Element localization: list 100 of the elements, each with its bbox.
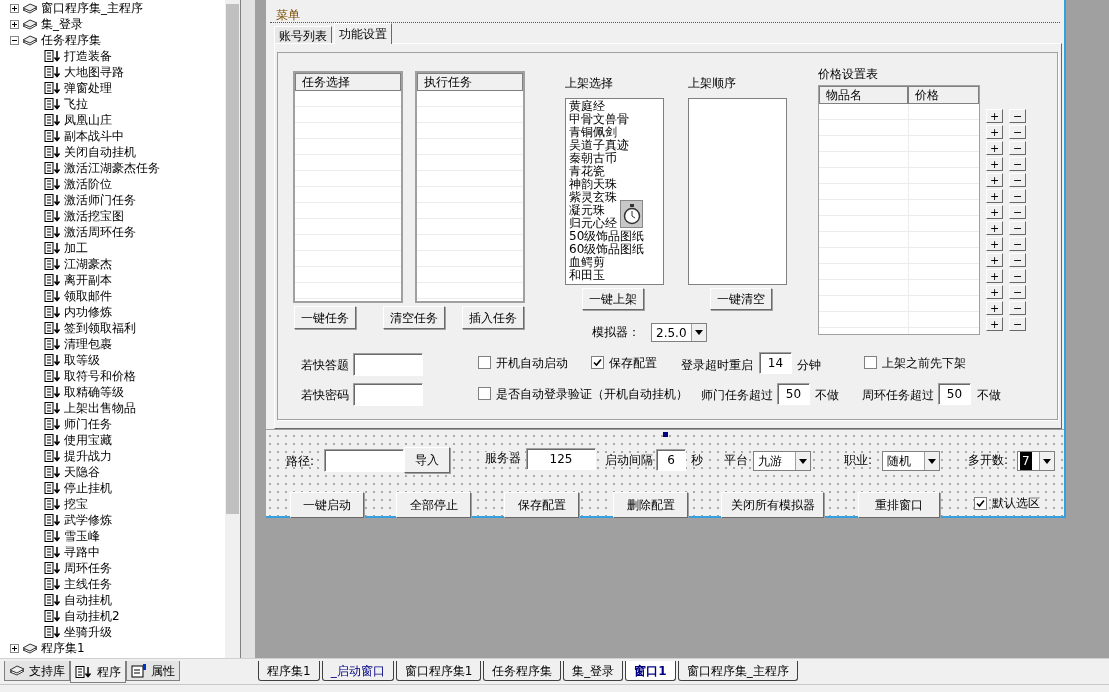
- minus-button[interactable]: −: [1009, 317, 1026, 331]
- panel-tab[interactable]: 程序: [70, 661, 126, 683]
- tree-item[interactable]: 窗口程序集_主程序: [41, 0, 143, 17]
- list-item[interactable]: 黄庭经: [569, 100, 605, 113]
- tab[interactable]: 账号列表: [274, 26, 332, 44]
- tree-item[interactable]: 内功修炼: [64, 303, 112, 321]
- action-button[interactable]: 全部停止: [396, 492, 471, 518]
- plus-button[interactable]: +: [986, 285, 1003, 299]
- task-button[interactable]: 清空任务: [383, 306, 445, 329]
- action-button[interactable]: 重排窗口: [858, 492, 940, 518]
- plus-button[interactable]: +: [986, 141, 1003, 155]
- list-item[interactable]: 吴道子真迹: [569, 139, 629, 152]
- list-item[interactable]: 60级饰品图纸: [569, 243, 645, 256]
- document-tab[interactable]: 集_登录: [563, 661, 624, 681]
- shelf-item-list[interactable]: 黄庭经 甲骨文兽骨 青铜佩剑 吴道子真迹 秦朝古币 青花瓷 神韵天珠 紫灵玄珠 凝元珠 归元心经 50级饰品图纸 60级饰品图纸 血鳄剪 和田玉: [565, 98, 664, 285]
- master-limit-field[interactable]: 50: [777, 383, 810, 405]
- server-field[interactable]: 125: [526, 448, 596, 470]
- tree-item[interactable]: 激活挖宝图: [64, 207, 124, 225]
- plus-button[interactable]: +: [986, 109, 1003, 123]
- tree-item[interactable]: 天隐谷: [64, 463, 100, 481]
- tree-item[interactable]: 清理包裹: [64, 335, 112, 353]
- tree-item[interactable]: 任务程序集: [41, 31, 101, 49]
- panel-tab[interactable]: 支持库: [4, 661, 70, 681]
- document-tab[interactable]: 窗口程序集_主程序: [677, 661, 798, 681]
- tree-item[interactable]: 停止挂机: [64, 479, 112, 497]
- path-field[interactable]: [324, 449, 404, 472]
- password-field[interactable]: [353, 383, 423, 406]
- expand-icon[interactable]: [10, 3, 19, 13]
- action-button[interactable]: 保存配置: [504, 492, 579, 518]
- minus-button[interactable]: −: [1009, 221, 1026, 235]
- column-header[interactable]: 执行任务: [417, 73, 523, 91]
- checkbox[interactable]: [974, 497, 987, 510]
- minus-button[interactable]: −: [1009, 269, 1026, 283]
- list-item[interactable]: 凝元珠: [569, 204, 605, 217]
- minus-button[interactable]: −: [1009, 205, 1026, 219]
- plus-button[interactable]: +: [986, 269, 1003, 283]
- shelf-button[interactable]: 一键上架: [582, 288, 644, 310]
- minus-button[interactable]: −: [1009, 237, 1026, 251]
- checkbox[interactable]: [478, 387, 491, 400]
- document-tab[interactable]: 窗口程序集1: [395, 661, 482, 681]
- emulator-dropdown[interactable]: 2.5.0: [651, 323, 707, 342]
- shelf-order-list[interactable]: [688, 98, 787, 285]
- plus-button[interactable]: +: [986, 173, 1003, 187]
- action-button[interactable]: 删除配置: [613, 492, 688, 518]
- tree-item[interactable]: 大地图寻路: [64, 63, 124, 81]
- plus-button[interactable]: +: [986, 253, 1003, 267]
- column-header[interactable]: 任务选择: [295, 73, 401, 91]
- tree-item[interactable]: 取符号和价格: [64, 367, 136, 385]
- price-table[interactable]: 物品名 价格: [818, 85, 980, 335]
- tree-item[interactable]: 程序集1: [41, 639, 85, 657]
- tree-item[interactable]: 寻路中: [64, 543, 100, 561]
- plus-button[interactable]: +: [986, 125, 1003, 139]
- import-button[interactable]: 导入: [404, 447, 450, 473]
- list-item[interactable]: 青铜佩剑: [569, 126, 617, 139]
- tree-item[interactable]: 挖宝: [64, 495, 88, 513]
- tree-item[interactable]: 使用宝藏: [64, 431, 112, 449]
- interval-field[interactable]: 6: [656, 449, 686, 471]
- tree-item[interactable]: 加工: [64, 239, 88, 257]
- tree-item[interactable]: 激活师门任务: [64, 191, 136, 209]
- tree-item[interactable]: 武学修炼: [64, 511, 112, 529]
- list-item[interactable]: 归元心经: [569, 217, 617, 230]
- list-item[interactable]: 紫灵玄珠: [569, 191, 617, 204]
- tree-item[interactable]: 离开副本: [64, 271, 112, 289]
- tree-item[interactable]: 关闭自动挂机: [64, 143, 136, 161]
- expand-icon[interactable]: [10, 19, 19, 29]
- plus-button[interactable]: +: [986, 237, 1003, 251]
- minus-button[interactable]: −: [1009, 141, 1026, 155]
- task-list[interactable]: 任务选择: [293, 71, 403, 303]
- timeout-field[interactable]: 14: [759, 352, 792, 374]
- column-header[interactable]: 物品名: [819, 86, 908, 104]
- tree-item[interactable]: 激活阶位: [64, 175, 112, 193]
- tree-item[interactable]: 提升战力: [64, 447, 112, 465]
- minus-button[interactable]: −: [1009, 157, 1026, 171]
- list-item[interactable]: 青花瓷: [569, 165, 605, 178]
- tab[interactable]: 功能设置: [334, 23, 392, 44]
- multi-open-dropdown[interactable]: 7: [1017, 451, 1055, 471]
- tree-item[interactable]: 坐骑升级: [64, 623, 112, 641]
- list-item[interactable]: 神韵天珠: [569, 178, 617, 191]
- list-item[interactable]: 甲骨文兽骨: [569, 113, 629, 126]
- tree-item[interactable]: 上架出售物品: [64, 399, 136, 417]
- tree-item[interactable]: 飞拉: [64, 95, 88, 113]
- minus-button[interactable]: −: [1009, 109, 1026, 123]
- minus-button[interactable]: −: [1009, 125, 1026, 139]
- answer-field[interactable]: [353, 353, 423, 376]
- task-button[interactable]: 一键任务: [294, 306, 356, 329]
- tree-item[interactable]: 激活江湖豪杰任务: [64, 159, 160, 177]
- checkbox[interactable]: [478, 356, 491, 369]
- tree-item[interactable]: 自动挂机: [64, 591, 112, 609]
- minus-button[interactable]: −: [1009, 253, 1026, 267]
- panel-tab[interactable]: 属性: [126, 661, 180, 681]
- list-item[interactable]: 秦朝古币: [569, 152, 617, 165]
- minus-button[interactable]: −: [1009, 301, 1026, 315]
- list-item[interactable]: 50级饰品图纸: [569, 230, 645, 243]
- job-dropdown[interactable]: 随机: [882, 451, 940, 471]
- plus-button[interactable]: +: [986, 301, 1003, 315]
- action-button[interactable]: 关闭所有模拟器: [721, 492, 824, 518]
- plus-button[interactable]: +: [986, 157, 1003, 171]
- tree-item[interactable]: 副本战斗中: [64, 127, 124, 145]
- minus-button[interactable]: −: [1009, 173, 1026, 187]
- document-tab[interactable]: 程序集1: [258, 661, 320, 681]
